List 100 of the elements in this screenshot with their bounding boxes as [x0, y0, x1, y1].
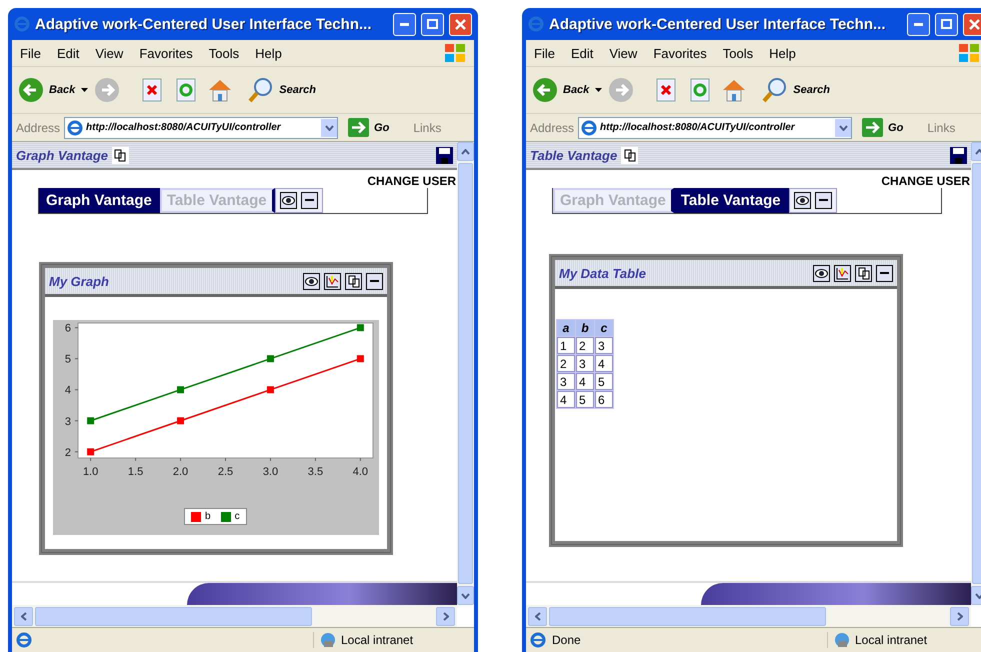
- y-tick: 6: [64, 322, 78, 335]
- menu-item[interactable]: View: [609, 46, 638, 60]
- scroll-thumb[interactable]: [458, 163, 473, 584]
- x-tick: 3.5: [308, 458, 324, 478]
- point: [87, 448, 94, 456]
- menu-item[interactable]: Help: [769, 46, 796, 60]
- scroll-right-button[interactable]: [950, 606, 969, 626]
- table-cell: 2: [576, 337, 594, 354]
- point: [177, 417, 184, 424]
- menu-item[interactable]: File: [20, 46, 41, 60]
- search-icon: [762, 77, 788, 103]
- view-button[interactable]: [794, 192, 811, 209]
- maximize-icon: [941, 19, 952, 29]
- close-button[interactable]: [449, 12, 472, 36]
- search-button[interactable]: Search: [762, 77, 830, 103]
- back-button[interactable]: Back: [532, 77, 590, 103]
- menu-item[interactable]: Favorites: [139, 46, 193, 60]
- maximize-button[interactable]: [935, 12, 958, 36]
- zone-label: Local intranet: [827, 632, 981, 648]
- menu-item[interactable]: File: [534, 46, 555, 60]
- table-cell: 4: [576, 373, 594, 390]
- vantage-title: Graph Vantage: [16, 148, 108, 162]
- scroll-left-button[interactable]: [528, 606, 547, 626]
- dropdown-arrow-icon[interactable]: [81, 88, 88, 92]
- table-cell: 4: [557, 391, 575, 408]
- point: [266, 355, 274, 362]
- collapse-button[interactable]: [300, 192, 318, 209]
- y-tick: 4: [64, 384, 78, 397]
- x-tick: 2.5: [218, 458, 234, 478]
- copy-button[interactable]: [112, 146, 129, 164]
- scroll-right-button[interactable]: [436, 606, 455, 626]
- back-button[interactable]: Back: [18, 77, 76, 103]
- eye-icon: [796, 196, 809, 205]
- x-tick-label: 3.5: [308, 466, 324, 478]
- dropdown-button[interactable]: [321, 118, 338, 136]
- menu-item[interactable]: Favorites: [653, 46, 707, 60]
- maximize-icon: [427, 19, 438, 29]
- view-button[interactable]: [303, 272, 320, 290]
- x-tick-label: 2.0: [172, 466, 188, 478]
- chart-button[interactable]: [834, 264, 851, 282]
- column-header: a: [557, 320, 575, 336]
- copy-button[interactable]: [621, 146, 638, 164]
- dropdown-arrow-icon[interactable]: [595, 88, 602, 92]
- copy-icon: [114, 148, 126, 162]
- browser-icon: [16, 632, 32, 648]
- minimize-button[interactable]: [393, 12, 416, 36]
- chart-button[interactable]: [324, 272, 341, 290]
- eye-icon: [282, 196, 295, 205]
- point: [356, 324, 364, 332]
- scroll-up-button[interactable]: [457, 142, 474, 161]
- view-button[interactable]: [280, 192, 297, 209]
- maximize-button[interactable]: [421, 12, 444, 36]
- save-icon[interactable]: [950, 146, 967, 164]
- minimize-icon: [304, 199, 314, 202]
- minimize-icon: [914, 22, 923, 26]
- close-button[interactable]: [963, 12, 981, 36]
- menu-item[interactable]: Tools: [722, 46, 754, 60]
- address-field[interactable]: http://localhost:8080/ACUITyUI/controller: [578, 116, 852, 138]
- panel-title: My Graph: [49, 274, 110, 288]
- x-tick: 1.0: [82, 458, 98, 478]
- x-tick: 1.5: [128, 458, 144, 478]
- panel-title: My Data Table: [559, 266, 647, 280]
- scroll-thumb[interactable]: [35, 606, 312, 626]
- menu-item[interactable]: Tools: [208, 46, 240, 60]
- go-button[interactable]: Go: [348, 118, 390, 137]
- go-button[interactable]: Go: [862, 118, 904, 137]
- copy-button[interactable]: [855, 264, 872, 282]
- menu-item[interactable]: Edit: [56, 46, 80, 60]
- scroll-left-button[interactable]: [14, 606, 33, 626]
- y-tick: 2: [64, 446, 78, 459]
- address-label: Address: [16, 120, 60, 134]
- address-field[interactable]: http://localhost:8080/ACUITyUI/controller: [64, 116, 338, 138]
- collapse-button[interactable]: [876, 264, 893, 282]
- view-button[interactable]: [813, 264, 830, 282]
- copy-button[interactable]: [345, 272, 362, 290]
- window-title: Adaptive work-Centered User Interface Techn...: [35, 16, 372, 32]
- search-icon: [248, 77, 274, 103]
- scroll-down-button[interactable]: [457, 586, 474, 605]
- minimize-button[interactable]: [907, 12, 930, 36]
- change-user-link[interactable]: CHANGE USER: [367, 174, 456, 188]
- chevron-down-icon: [838, 124, 848, 130]
- menu-item[interactable]: View: [95, 46, 124, 60]
- x-tick-label: 1.0: [82, 466, 98, 478]
- close-icon: [969, 18, 980, 30]
- chevron-left-icon: [20, 612, 26, 620]
- menu-item[interactable]: Help: [255, 46, 282, 60]
- point: [266, 386, 274, 394]
- menu-item[interactable]: Edit: [570, 46, 594, 60]
- save-icon[interactable]: [436, 146, 453, 164]
- collapse-button[interactable]: [366, 272, 383, 290]
- dropdown-button[interactable]: [835, 118, 852, 136]
- windows-logo-icon: [444, 43, 466, 63]
- search-button[interactable]: Search: [248, 77, 316, 103]
- vantage-tab[interactable]: Table Vantage: [674, 188, 789, 213]
- browser-icon: [530, 632, 546, 648]
- change-user-link[interactable]: CHANGE USER: [881, 174, 970, 188]
- scroll-thumb[interactable]: [549, 606, 826, 626]
- copy-icon: [858, 266, 870, 280]
- collapse-button[interactable]: [814, 192, 832, 209]
- vantage-tab[interactable]: Graph Vantage: [39, 188, 160, 213]
